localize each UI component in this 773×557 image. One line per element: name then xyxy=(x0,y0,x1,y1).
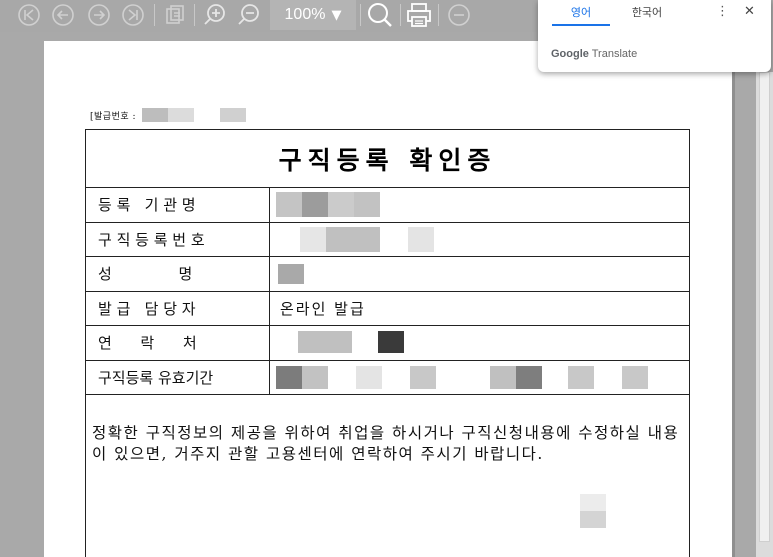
redacted-block xyxy=(326,226,380,252)
zoom-out-icon[interactable] xyxy=(236,2,262,28)
translate-product-text: Translate xyxy=(591,48,638,60)
redacted-block xyxy=(276,192,302,217)
row-label: 구직등록 유효기간 xyxy=(86,360,270,394)
certificate-table: 구직등록 확인증 등 록 기 관 명 구 직 등 록 번 호 성 명 발 급 담… xyxy=(85,129,690,557)
previous-page-icon[interactable] xyxy=(50,2,76,28)
first-page-icon[interactable] xyxy=(16,2,42,28)
redacted-block xyxy=(278,264,304,284)
zoom-value: 100% xyxy=(284,6,326,23)
row-value xyxy=(270,257,689,291)
redacted-block xyxy=(302,192,328,217)
row-label: 등 록 기 관 명 xyxy=(86,188,270,222)
row-label: 구 직 등 록 번 호 xyxy=(86,222,270,256)
close-icon[interactable]: ✕ xyxy=(744,4,755,19)
row-value xyxy=(270,326,689,360)
zoom-in-icon[interactable] xyxy=(202,2,228,28)
redacted-block xyxy=(410,365,436,389)
row-value: 온라인 발급 xyxy=(280,299,366,318)
redacted-block xyxy=(356,365,382,389)
translate-popup: 영어 한국어 ⋮ ✕ Google Translate xyxy=(538,0,771,72)
table-row: 구 직 등 록 번 호 xyxy=(86,222,689,257)
scrollbar-thumb[interactable] xyxy=(759,72,770,542)
notice-paragraph: 정확한 구직정보의 제공을 위하여 취업을 하시거나 구직신청내용에 수정하실 … xyxy=(92,424,680,463)
redacted-block xyxy=(142,108,169,122)
row-value xyxy=(270,361,689,395)
notice-text: 정확한 구직정보의 제공을 위하여 취업을 하시거나 구직신청내용에 수정하실 … xyxy=(86,395,689,557)
table-row: 성 명 xyxy=(86,257,689,292)
google-logo-text: Google xyxy=(551,48,589,60)
tab-target-language[interactable]: 한국어 xyxy=(618,4,676,26)
table-row: 구직등록 유효기간 xyxy=(86,360,689,395)
more-options-icon[interactable]: ⋮ xyxy=(716,4,729,19)
redacted-block xyxy=(220,108,247,122)
redacted-block xyxy=(622,365,648,389)
redacted-block xyxy=(298,331,352,353)
table-row: 발 급 담 당 자 온라인 발급 xyxy=(86,291,689,326)
next-page-icon[interactable] xyxy=(86,2,112,28)
chevron-down-icon: ▼ xyxy=(331,7,342,23)
title-row: 구직등록 확인증 xyxy=(86,130,689,188)
print-icon[interactable] xyxy=(404,2,434,28)
translate-branding: Google Translate xyxy=(551,48,637,60)
last-page-icon[interactable] xyxy=(120,2,146,28)
document-page: [발급번호 : 구직등록 확인증 등 록 기 관 명 구 직 등 록 번 호 성… xyxy=(44,41,732,557)
redacted-block xyxy=(568,365,594,389)
redacted-block xyxy=(300,226,326,252)
row-label: 연 락 처 xyxy=(86,326,270,360)
issue-number-label: [발급번호 : xyxy=(90,111,137,122)
redacted-block xyxy=(408,226,434,252)
redacted-block xyxy=(516,365,542,389)
row-value xyxy=(270,223,689,257)
row-label: 발 급 담 당 자 xyxy=(86,291,270,325)
redacted-block xyxy=(490,365,516,389)
row-label: 성 명 xyxy=(86,257,270,291)
active-tab-indicator xyxy=(552,24,610,26)
redacted-block xyxy=(580,494,606,511)
row-value xyxy=(270,188,689,222)
page-title: 구직등록 확인증 xyxy=(278,145,497,175)
redacted-block xyxy=(276,365,302,389)
minus-circle-icon[interactable] xyxy=(446,2,472,28)
redacted-block xyxy=(354,192,380,217)
redacted-block xyxy=(378,331,404,353)
zoom-level-select[interactable]: 100% ▼ xyxy=(270,0,356,30)
redacted-block xyxy=(168,108,195,122)
table-row: 등 록 기 관 명 xyxy=(86,188,689,223)
redacted-block xyxy=(580,511,606,528)
search-icon[interactable] xyxy=(366,2,394,28)
fit-page-icon[interactable] xyxy=(162,2,188,28)
table-row: 연 락 처 xyxy=(86,326,689,361)
issue-number: [발급번호 : xyxy=(90,108,247,122)
redacted-block xyxy=(328,192,354,217)
tab-source-language[interactable]: 영어 xyxy=(552,4,610,26)
redacted-block xyxy=(302,365,328,389)
